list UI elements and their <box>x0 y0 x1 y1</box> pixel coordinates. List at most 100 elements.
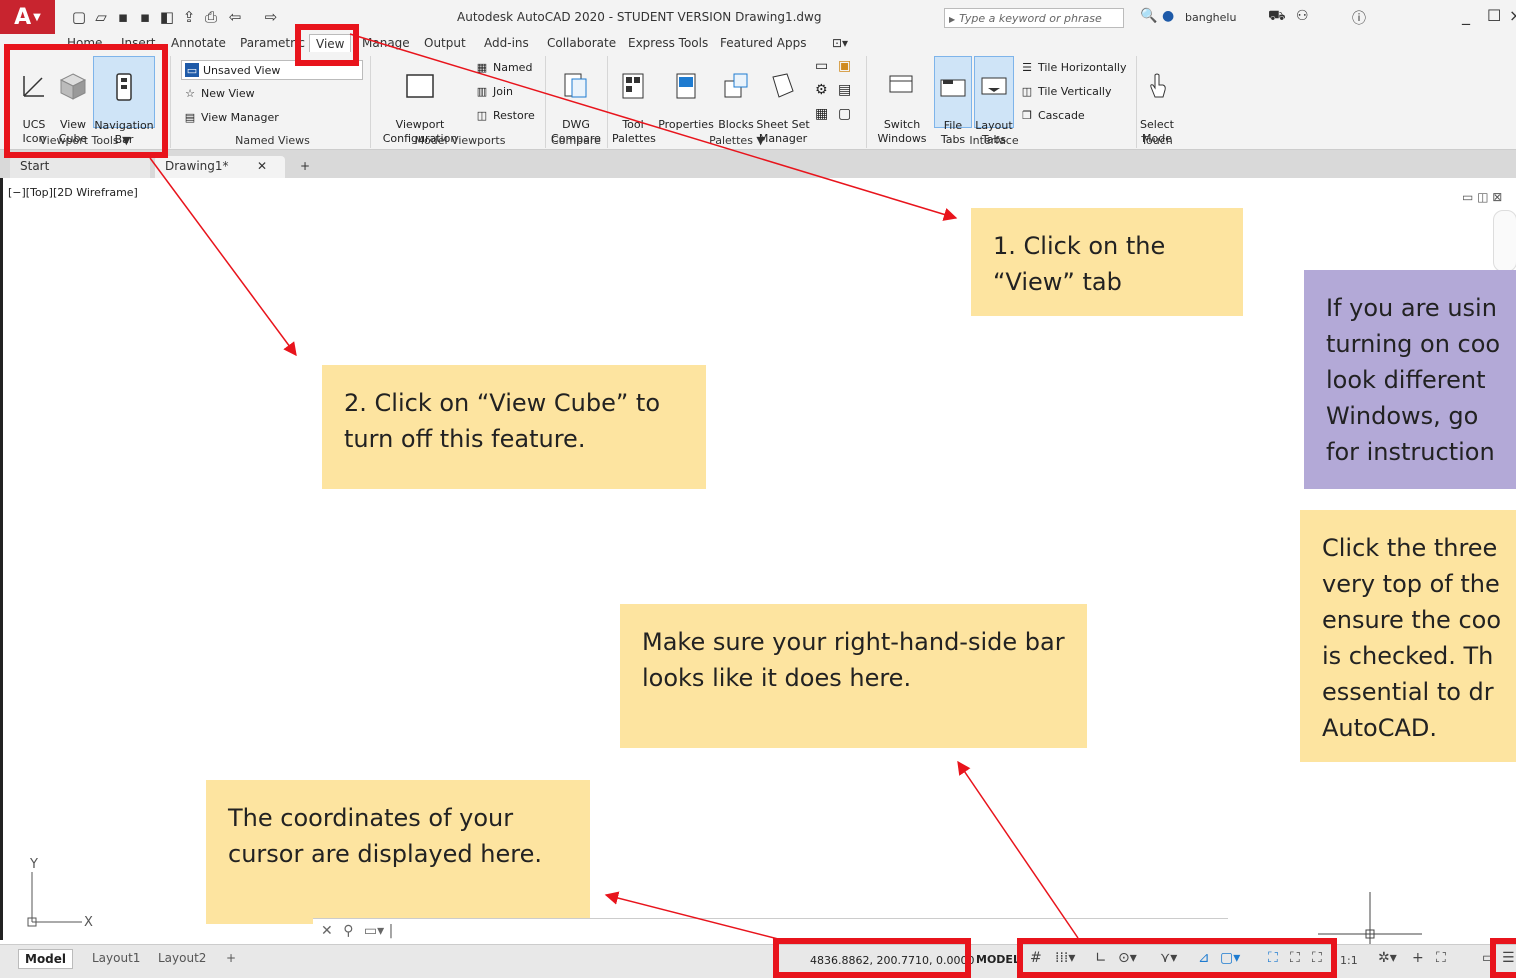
viewport-window-controls[interactable]: ▭ ◫ ⊠ <box>1462 190 1502 204</box>
tab-annotate[interactable]: Annotate <box>171 36 226 50</box>
search-input[interactable]: ▶ Type a keyword or phrase <box>944 8 1124 28</box>
switch-windows-icon <box>886 70 918 102</box>
close-command-icon[interactable]: ✕ <box>321 923 333 939</box>
restore-button[interactable]: ◫ Restore <box>475 108 535 122</box>
cascade-button[interactable]: ❐ Cascade <box>1020 108 1085 122</box>
plot-icon[interactable]: ⎙ <box>202 8 220 26</box>
close-icon[interactable]: × <box>1509 6 1516 25</box>
save-web-icon[interactable]: ⇪ <box>180 8 198 26</box>
tile-horizontally-label: Tile Horizontally <box>1038 60 1127 74</box>
callout-coordinates: The coordinates of your cursor are displ… <box>206 780 590 924</box>
highlight-view-tab <box>295 24 359 66</box>
file-tab-start-label: Start <box>20 159 50 173</box>
add-layout-button[interactable]: + <box>220 949 242 967</box>
tile-vertically-button[interactable]: ◫ Tile Vertically <box>1020 84 1112 98</box>
save-as-icon[interactable]: ▪ <box>136 8 154 26</box>
touch-hand-icon <box>1141 70 1173 102</box>
properties-button[interactable]: Properties <box>656 56 716 131</box>
viewport-controls-label[interactable]: [−][Top][2D Wireframe] <box>8 186 138 199</box>
view-manager-button[interactable]: ▤ View Manager <box>183 110 279 124</box>
file-tabs-button[interactable]: File Tabs <box>934 56 972 146</box>
close-tab-icon[interactable]: ✕ <box>257 159 267 173</box>
tab-collaborate[interactable]: Collaborate <box>547 36 616 50</box>
panel-divider <box>170 56 171 148</box>
command-line-icon[interactable]: ▭ <box>815 58 828 74</box>
sheet-set-icon <box>767 70 799 102</box>
panel-icon[interactable]: ▢ <box>838 106 851 122</box>
tab-output[interactable]: Output <box>424 36 466 50</box>
navigation-bar[interactable] <box>1493 210 1516 272</box>
cascade-icon: ❐ <box>1022 108 1032 122</box>
select-mode-button[interactable]: Select Mode <box>1138 56 1176 145</box>
workspace-gear-icon[interactable]: ✲▾ <box>1378 950 1397 966</box>
cart-icon[interactable]: ⛟ <box>1268 8 1286 26</box>
model-viewports-panel-title: Model Viewports <box>414 134 506 147</box>
tab-manage[interactable]: Manage <box>362 36 410 50</box>
cascade-label: Cascade <box>1038 108 1085 122</box>
tab-express-tools[interactable]: Express Tools <box>628 36 708 50</box>
ribbon-tab-bar: Home Insert Annotate Parametric View Man… <box>0 34 1516 54</box>
callout-step-1: 1. Click on the “View” tab <box>971 208 1243 316</box>
model-space-button[interactable]: MODEL <box>976 953 1020 966</box>
named-viewports-button[interactable]: ▦ Named <box>475 60 533 74</box>
units-icon[interactable]: ⛶ <box>1436 950 1446 966</box>
layout-tabs-icon <box>978 71 1010 103</box>
highlight-customization <box>1490 938 1516 978</box>
tool-palettes-button[interactable]: Tool Palettes <box>612 56 656 145</box>
ribbon-options-icon[interactable]: ⊡▾ <box>832 36 848 50</box>
username[interactable]: banghelu <box>1185 11 1236 24</box>
svg-text:X: X <box>84 915 93 930</box>
minimize-icon[interactable]: _ <box>1462 6 1470 25</box>
viewport-configuration-button[interactable]: Viewport Configuration <box>380 56 460 145</box>
layout-tab-model[interactable]: Model <box>18 949 74 969</box>
layout-tab-layout1[interactable]: Layout1 <box>86 949 146 967</box>
binoculars-icon[interactable]: 🔍 <box>1140 8 1157 24</box>
autocad-logo-button[interactable]: A ▼ <box>0 0 55 34</box>
logo-letter: A <box>14 4 32 30</box>
new-view-label: New View <box>201 86 255 100</box>
blocks-button[interactable]: Blocks <box>717 56 755 131</box>
undo-icon[interactable]: ⇦ <box>226 8 244 26</box>
file-tab-drawing-label: Drawing1* <box>165 159 229 173</box>
redo-icon[interactable]: ⇨ <box>262 8 280 26</box>
named-views-panel-title: Named Views <box>235 134 310 147</box>
dwg-compare-button[interactable]: DWG Compare <box>550 56 602 145</box>
layout-tab-layout2[interactable]: Layout2 <box>152 949 212 967</box>
maximize-icon[interactable]: ☐ <box>1487 6 1501 25</box>
annotation-monitor-icon[interactable]: + <box>1412 950 1424 966</box>
calculator-icon[interactable]: ▤ <box>838 82 851 98</box>
command-history-icon[interactable]: ▭▾ <box>364 923 384 939</box>
ribbon: UCS Icon View Cube Navigation Bar Viewpo… <box>0 52 1516 150</box>
highlight-coordinates <box>773 938 971 978</box>
new-file-icon[interactable]: ▢ <box>70 8 88 26</box>
view-manager-label: View Manager <box>201 110 279 124</box>
new-view-icon: ☆ <box>185 86 195 100</box>
file-tab-start[interactable]: Start <box>10 156 150 178</box>
switch-windows-button[interactable]: Switch Windows <box>874 56 930 145</box>
markup-icon[interactable]: ⚙ <box>815 82 828 98</box>
file-tab-drawing[interactable]: Drawing1* ✕ <box>155 156 285 178</box>
new-tab-icon[interactable]: + <box>290 156 320 178</box>
layer-icon[interactable]: ▦ <box>815 106 828 122</box>
tile-horizontally-button[interactable]: ☰ Tile Horizontally <box>1020 60 1127 74</box>
user-icon[interactable]: ● <box>1162 8 1174 24</box>
save-icon[interactable]: ▪ <box>114 8 132 26</box>
design-center-icon[interactable]: ▣ <box>838 58 851 74</box>
a360-icon[interactable]: ⚇ <box>1296 8 1309 24</box>
open-file-icon[interactable]: ▱ <box>92 8 110 26</box>
new-view-button[interactable]: ☆ New View <box>183 86 255 100</box>
svg-text:Y: Y <box>29 857 38 872</box>
sheet-set-manager-button[interactable]: Sheet Set Manager <box>756 56 810 145</box>
palettes-panel-title[interactable]: Palettes ▼ <box>612 134 862 147</box>
help-icon[interactable]: ⓘ <box>1352 8 1366 28</box>
tab-add-ins[interactable]: Add-ins <box>484 36 529 50</box>
customize-icon[interactable]: ⚲ <box>343 923 353 939</box>
join-button[interactable]: ▥ Join <box>475 84 513 98</box>
tab-featured-apps[interactable]: Featured Apps <box>720 36 806 50</box>
open-web-icon[interactable]: ◧ <box>158 8 176 26</box>
scale-selector[interactable]: 1:1 <box>1340 954 1358 967</box>
callout-step-2: 2. Click on “View Cube” to turn off this… <box>322 365 706 489</box>
layout-tabs-button[interactable]: Layout Tabs <box>974 56 1014 146</box>
tool-palettes-icon <box>617 70 649 102</box>
tile-vertically-icon: ◫ <box>1021 84 1033 98</box>
